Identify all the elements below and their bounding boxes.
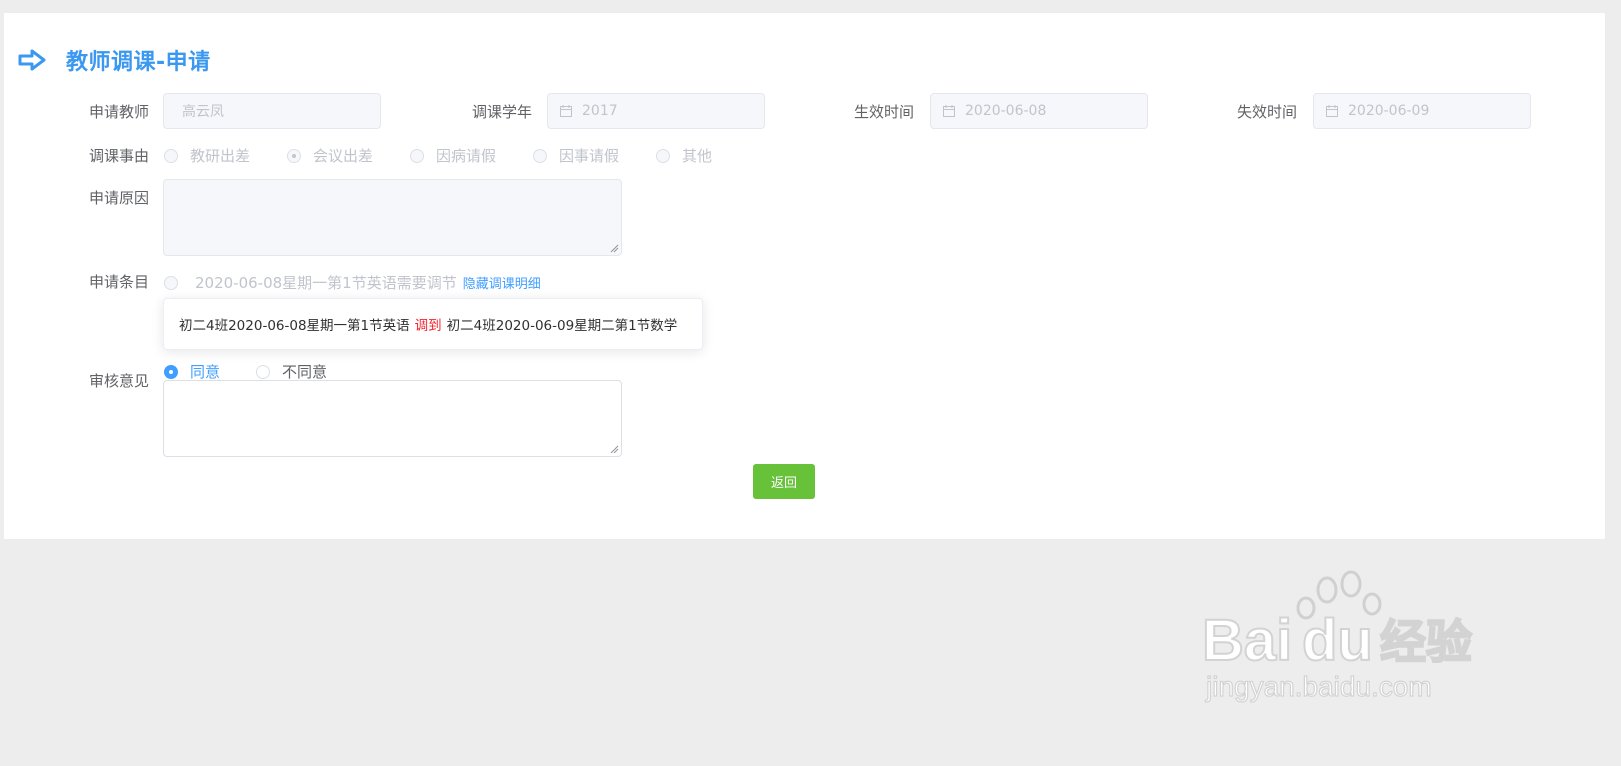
review-label: 审核意见 xyxy=(89,372,150,390)
year-picker[interactable]: 2017 xyxy=(547,93,765,129)
effective-time-label: 生效时间 xyxy=(854,103,915,121)
year-label: 调课学年 xyxy=(472,103,533,121)
radio-label: 教研出差 xyxy=(190,147,251,165)
effective-time-picker[interactable]: 2020-06-08 xyxy=(930,93,1148,129)
expire-time-value: 2020-06-09 xyxy=(1348,103,1430,119)
teacher-label: 申请教师 xyxy=(89,103,150,121)
effective-time-value: 2020-06-08 xyxy=(965,103,1047,119)
svg-text:经验: 经验 xyxy=(1380,615,1472,669)
arrow-right-icon xyxy=(18,49,46,71)
page-title: 教师调课-申请 xyxy=(66,50,211,75)
item-label: 申请条目 xyxy=(89,273,150,291)
radio-circle xyxy=(164,148,178,163)
resize-grip-icon[interactable] xyxy=(609,444,619,454)
radio-label: 因病请假 xyxy=(436,147,497,165)
radio-circle xyxy=(656,148,670,163)
hide-detail-link[interactable]: 隐藏调课明细 xyxy=(463,273,541,292)
baidu-jingyan-watermark: Bai du 经验 jingyan.baidu.com xyxy=(1201,570,1473,703)
radio-reason-personal-leave[interactable]: 因事请假 xyxy=(533,145,619,166)
detail-to: 初二4班2020-06-09星期二第1节数学 xyxy=(446,318,678,334)
radio-reason-research-trip[interactable]: 教研出差 xyxy=(164,145,250,166)
expire-time-label: 失效时间 xyxy=(1237,103,1298,121)
expire-time-picker[interactable]: 2020-06-09 xyxy=(1313,93,1531,129)
detail-arrow-text: 调到 xyxy=(414,318,442,334)
resize-grip-icon[interactable] xyxy=(609,243,619,253)
detail-from: 初二4班2020-06-08星期一第1节英语 xyxy=(179,318,410,334)
calendar-icon xyxy=(1326,105,1338,117)
svg-text:Bai: Bai xyxy=(1202,608,1292,673)
radio-label: 不同意 xyxy=(282,363,328,381)
radio-label: 因事请假 xyxy=(559,147,620,165)
radio-circle-selected xyxy=(164,364,178,379)
radio-label: 其他 xyxy=(682,147,713,165)
year-value: 2017 xyxy=(582,103,618,119)
calendar-icon xyxy=(560,105,572,117)
calendar-icon xyxy=(943,105,955,117)
reason-type-label: 调课事由 xyxy=(89,147,150,165)
radio-label: 同意 xyxy=(190,363,221,381)
radio-circle xyxy=(164,275,178,290)
radio-review-disagree[interactable]: 不同意 xyxy=(256,361,327,382)
radio-reason-meeting-trip[interactable]: 会议出差 xyxy=(287,145,373,166)
teacher-value: 高云凤 xyxy=(182,104,224,120)
schedule-detail-card: 初二4班2020-06-08星期一第1节英语 调到 初二4班2020-06-09… xyxy=(163,298,703,350)
teacher-input[interactable]: 高云凤 xyxy=(163,93,381,129)
radio-reason-other[interactable]: 其他 xyxy=(656,145,712,166)
page-header: 教师调课-申请 xyxy=(18,45,211,75)
radio-circle-selected xyxy=(287,148,301,163)
back-button[interactable]: 返回 xyxy=(753,464,815,499)
svg-text:du: du xyxy=(1302,608,1373,673)
radio-reason-sick-leave[interactable]: 因病请假 xyxy=(410,145,496,166)
radio-review-agree[interactable]: 同意 xyxy=(164,361,220,382)
svg-text:jingyan.baidu.com: jingyan.baidu.com xyxy=(1205,671,1432,702)
radio-circle xyxy=(256,364,270,379)
radio-circle xyxy=(410,148,424,163)
radio-label: 会议出差 xyxy=(313,147,374,165)
item-checkbox[interactable]: 2020-06-08星期一第1节英语需要调节 隐藏调课明细 xyxy=(164,272,541,293)
review-comment-textarea[interactable] xyxy=(163,380,622,457)
radio-circle xyxy=(533,148,547,163)
reason-label: 申请原因 xyxy=(89,189,150,207)
item-text: 2020-06-08星期一第1节英语需要调节 xyxy=(195,274,457,292)
reason-textarea[interactable] xyxy=(163,179,622,256)
